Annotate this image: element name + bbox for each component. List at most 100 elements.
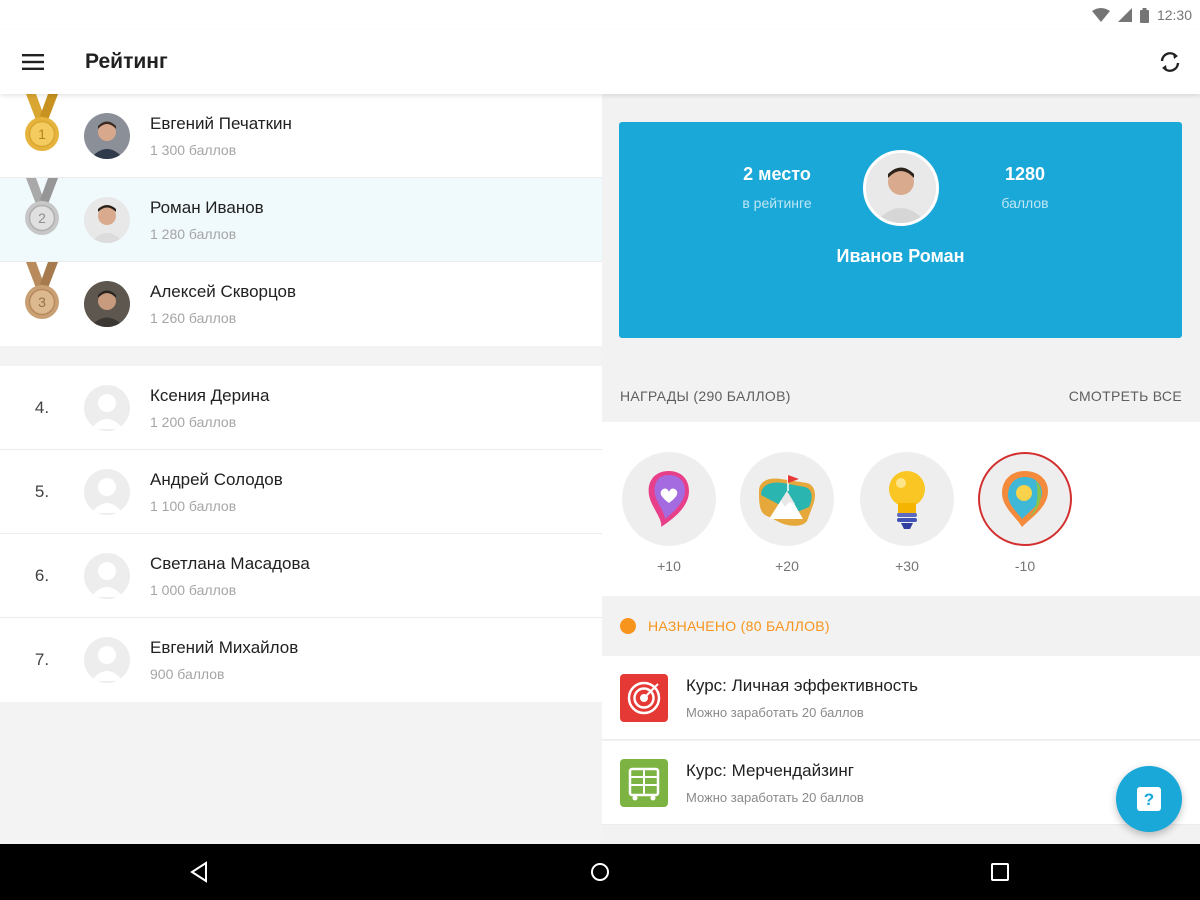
refresh-button[interactable]	[1154, 46, 1186, 78]
award-points: +10	[657, 558, 681, 574]
award-item[interactable]: +30	[860, 452, 954, 574]
status-bar: 12:30	[0, 0, 1200, 30]
user-name: Светлана Масадова	[150, 553, 310, 573]
award-points: +30	[895, 558, 919, 574]
course-subtitle: Можно заработать 20 баллов	[686, 789, 864, 805]
user-name: Алексей Скворцов	[150, 282, 297, 301]
lightbulb-icon	[889, 471, 925, 529]
profile-card: 2 место в рейтинге 1280 баллов Иванов Ро…	[619, 122, 1182, 338]
leaderboard-row-5[interactable]: 5. Андрей Солодов 1 100 баллов	[0, 450, 602, 534]
course-item[interactable]: Курс: Мерчендайзинг Можно заработать 20 …	[602, 741, 1200, 825]
signal-icon	[1117, 8, 1132, 22]
course-title: Курс: Личная эффективность	[686, 675, 918, 695]
hamburger-menu-icon	[22, 54, 44, 70]
user-score: 900 баллов	[150, 666, 225, 682]
rank-cell: 3	[0, 262, 84, 346]
rank-cell: 1	[0, 94, 84, 178]
course-item[interactable]: Курс: Личная эффективность Можно заработ…	[602, 656, 1200, 740]
assigned-header: НАЗНАЧЕНО (80 БАЛЛОВ)	[602, 598, 1200, 654]
profile-panel: 2 место в рейтинге 1280 баллов Иванов Ро…	[602, 94, 1200, 844]
rank-number: 4.	[34, 397, 50, 417]
silver-medal-icon: 2	[25, 177, 59, 235]
home-icon	[591, 863, 609, 881]
rank-number: 6.	[34, 565, 50, 585]
points-stat: 1280 баллов	[945, 164, 1105, 211]
user-score: 1 100 баллов	[150, 497, 237, 514]
refresh-icon	[1160, 52, 1180, 72]
gold-medal-icon: 1	[25, 94, 59, 151]
app-bar: Рейтинг	[0, 30, 1200, 94]
assigned-title: НАЗНАЧЕНО (80 БАЛЛОВ)	[648, 618, 830, 634]
medal-number: 2	[38, 210, 46, 226]
menu-button[interactable]	[0, 30, 66, 94]
points-value: 1280	[1004, 164, 1046, 184]
awards-list: +10 +20 +30 -10	[602, 422, 1200, 596]
battery-icon	[1139, 7, 1149, 23]
place-value: 2 место	[743, 164, 811, 184]
award-points: -10	[1014, 558, 1036, 574]
target-icon	[620, 673, 668, 722]
status-time: 12:30	[1156, 7, 1192, 23]
avatar-placeholder-icon	[84, 384, 130, 431]
avatar	[84, 112, 130, 159]
help-button[interactable]: ?	[1116, 766, 1182, 832]
place-caption: в рейтинге	[742, 195, 812, 211]
leaderboard-row-7[interactable]: 7. Евгений Михайлов 900 баллов	[0, 618, 602, 702]
avatar	[84, 196, 130, 243]
recents-icon	[991, 863, 1009, 881]
rank-cell: 2	[0, 177, 84, 262]
avatar	[84, 281, 130, 327]
user-name: Андрей Солодов	[150, 469, 283, 489]
award-points: +20	[775, 558, 799, 574]
leaderboard-row-6[interactable]: 6. Светлана Масадова 1 000 баллов	[0, 534, 602, 618]
award-item[interactable]: +10	[622, 452, 716, 574]
recents-button[interactable]	[970, 844, 1030, 900]
user-score: 1 260 баллов	[150, 310, 237, 326]
avatar-placeholder-icon	[84, 468, 130, 515]
leaderboard-row-1[interactable]: 1 Евгений Печаткин 1 300 баллов	[0, 94, 602, 178]
profile-name: Иванов Роман	[836, 246, 965, 266]
mountain-flag-icon	[759, 475, 815, 526]
leaderboard-row-4[interactable]: 4. Ксения Дерина 1 200 баллов	[0, 366, 602, 450]
svg-text:?: ?	[1144, 790, 1154, 809]
navigation-bar	[0, 844, 1200, 900]
points-caption: баллов	[1001, 195, 1049, 211]
wifi-icon	[1091, 8, 1110, 22]
list-divider	[0, 346, 602, 366]
user-score: 1 300 баллов	[150, 141, 237, 158]
course-title: Курс: Мерчендайзинг	[686, 760, 854, 780]
avatar-placeholder-icon	[84, 552, 130, 599]
leaderboard-row-3[interactable]: 3 Алексей Скворцов 1 260 баллов	[0, 262, 602, 346]
back-button[interactable]	[170, 844, 230, 900]
rank-number: 5.	[34, 481, 50, 501]
back-icon	[190, 861, 207, 883]
medal-number: 3	[38, 294, 46, 310]
see-all-link[interactable]: СМОТРЕТЬ ВСЕ	[1069, 388, 1182, 404]
awards-title: НАГРАДЫ (290 БАЛЛОВ)	[620, 388, 791, 404]
rest-list: 4. Ксения Дерина 1 200 баллов 5. Андрей …	[0, 366, 602, 702]
profile-avatar	[863, 150, 939, 226]
user-name: Ксения Дерина	[150, 385, 270, 405]
awards-header: НАГРАДЫ (290 БАЛЛОВ) СМОТРЕТЬ ВСЕ	[602, 374, 1200, 418]
heart-pin-icon	[648, 471, 689, 527]
home-button[interactable]	[570, 844, 630, 900]
user-name: Евгений Михайлов	[150, 638, 299, 657]
assigned-dot-icon	[620, 618, 636, 634]
medal-number: 1	[38, 126, 46, 142]
user-score: 1 000 баллов	[150, 581, 237, 598]
user-score: 1 200 баллов	[150, 413, 237, 430]
leaderboard-panel: 1 Евгений Печаткин 1 300 баллов 2 Роман …	[0, 94, 602, 844]
leaderboard-row-2[interactable]: 2 Роман Иванов 1 280 баллов	[0, 177, 602, 262]
user-name: Роман Иванов	[150, 197, 264, 217]
top-three-list: 1 Евгений Печаткин 1 300 баллов 2 Роман …	[0, 94, 602, 346]
help-icon: ?	[1137, 787, 1161, 811]
course-subtitle: Можно заработать 20 баллов	[686, 704, 864, 720]
avatar-placeholder-icon	[84, 637, 130, 683]
place-stat: 2 место в рейтинге	[697, 164, 857, 211]
user-name: Евгений Печаткин	[150, 113, 292, 133]
shelf-icon	[620, 758, 668, 807]
award-item[interactable]: -10	[978, 452, 1072, 574]
bronze-medal-icon: 3	[25, 262, 59, 319]
award-item[interactable]: +20	[740, 452, 834, 574]
page-title: Рейтинг	[85, 50, 168, 73]
